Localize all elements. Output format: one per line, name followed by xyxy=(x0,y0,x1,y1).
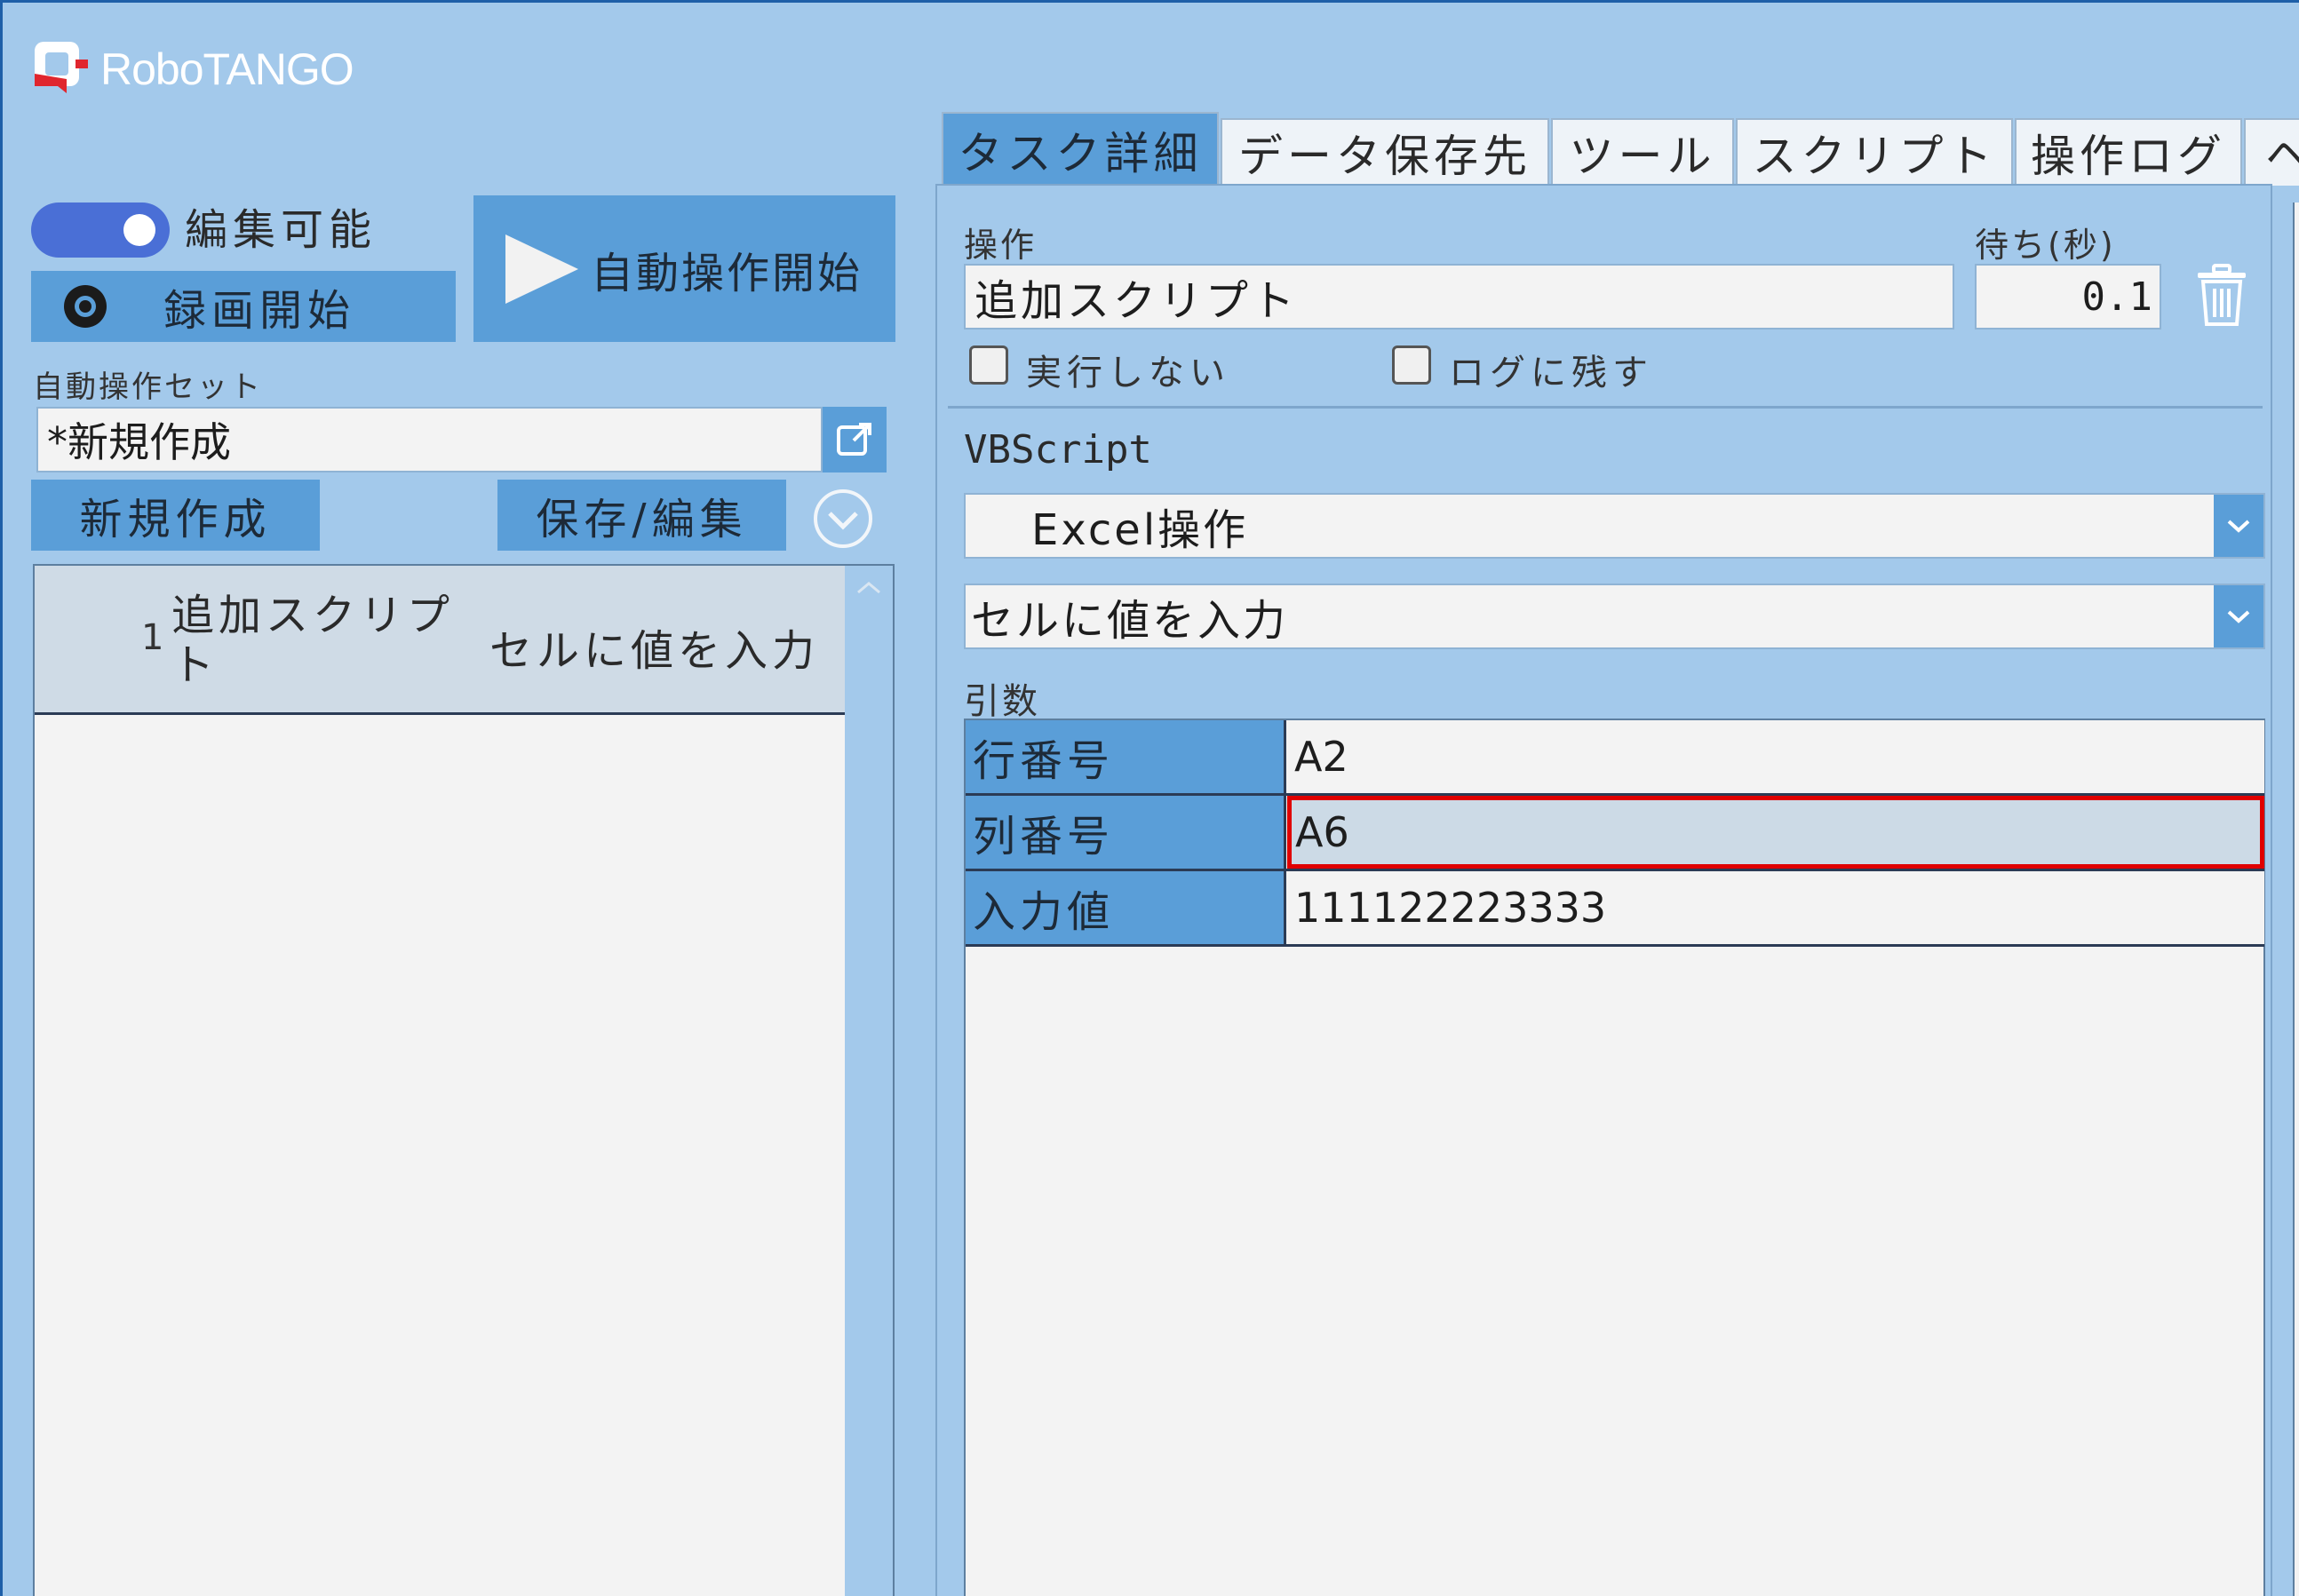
robotango-window: RoboTANGO 編集可能 録画開始 自動操作開始 自動操作セット *新規作成… xyxy=(0,0,2299,1596)
trash-icon[interactable] xyxy=(2194,264,2249,328)
command-select[interactable]: セルに値を入力 xyxy=(964,584,2265,649)
tab-task-detail[interactable]: タスク詳細 xyxy=(942,112,1219,186)
save-edit-button[interactable]: 保存/編集 xyxy=(497,480,786,551)
arg-name-row: 列番号 xyxy=(966,796,1285,869)
detail-divider xyxy=(948,406,2263,409)
list-row-action: セルに値を入力 xyxy=(489,626,820,676)
arg-value-input[interactable]: 111122223333 xyxy=(1287,871,2264,944)
keep-log-label: ログに残す xyxy=(1449,353,1653,393)
tab-data-destination[interactable]: データ保存先 xyxy=(1221,118,1549,186)
keep-log-checkbox[interactable] xyxy=(1392,345,1431,385)
category-select-arrow[interactable] xyxy=(2214,495,2263,557)
row-divider xyxy=(966,944,2264,947)
arg-name-row: 入力値 xyxy=(966,871,1285,944)
list-row-index: 1 xyxy=(141,617,164,658)
arg-value-input-selected[interactable]: A6 xyxy=(1287,796,2264,869)
operation-label: 操作 xyxy=(964,226,1038,265)
play-icon xyxy=(505,234,578,304)
edit-toggle-label: 編集可能 xyxy=(185,205,378,255)
open-external-button[interactable] xyxy=(823,407,887,472)
chevron-down-icon xyxy=(2227,520,2250,533)
record-start-label: 録画開始 xyxy=(163,286,356,336)
category-select-value: Excel操作 xyxy=(1031,505,1249,555)
scroll-up-icon[interactable] xyxy=(851,575,887,601)
no-exec-checkbox[interactable] xyxy=(969,345,1008,385)
auto-set-label: 自動操作セット xyxy=(33,369,263,405)
robotango-logo-icon xyxy=(35,42,88,93)
wait-seconds-input[interactable]: 0.1 xyxy=(1975,264,2161,330)
list-scrollbar[interactable] xyxy=(845,566,893,1596)
list-row-name-line1: 追加スクリプ xyxy=(171,591,455,640)
args-table: 行番号 A2 列番号 A6 入力値 111122223333 xyxy=(964,719,2265,1596)
task-detail-panel: 操作 待ち(秒) 追加スクリプト 0.1 実行しない ログに残す VBScrip… xyxy=(935,184,2272,1596)
list-row-name-line2: ト xyxy=(171,640,219,690)
chevron-down-icon xyxy=(2227,610,2250,623)
auto-start-label: 自動操作開始 xyxy=(591,248,863,298)
list-row-selected[interactable]: 1 追加スクリプ ト セルに値を入力 xyxy=(35,566,845,715)
operation-list: 1 追加スクリプ ト セルに値を入力 xyxy=(33,564,895,1596)
record-icon xyxy=(64,285,107,328)
tab-operation-log[interactable]: 操作ログ xyxy=(2015,118,2242,186)
external-link-icon xyxy=(837,423,871,456)
toggle-knob xyxy=(123,214,155,246)
command-select-value: セルに値を入力 xyxy=(971,596,1289,646)
chevron-down-circle-icon[interactable] xyxy=(811,487,875,551)
command-select-arrow[interactable] xyxy=(2214,585,2263,647)
new-set-button[interactable]: 新規作成 xyxy=(31,480,320,551)
logo: RoboTANGO xyxy=(31,38,404,100)
operation-name-input[interactable]: 追加スクリプト xyxy=(964,264,1954,330)
tab-help[interactable]: ヘ xyxy=(2244,118,2299,186)
record-start-button[interactable]: 録画開始 xyxy=(31,271,456,342)
category-select[interactable]: Excel操作 xyxy=(964,493,2265,559)
logo-text: RoboTANGO xyxy=(100,44,354,94)
edit-toggle[interactable] xyxy=(31,202,170,258)
side-panel-edge xyxy=(2293,202,2299,1596)
tab-script[interactable]: スクリプト xyxy=(1736,118,2013,186)
set-name-input[interactable]: *新規作成 xyxy=(36,407,823,472)
arg-name-row: 行番号 xyxy=(966,720,1285,793)
list-row-name: 追加スクリプ ト xyxy=(171,591,454,690)
tab-tools[interactable]: ツール xyxy=(1551,118,1734,186)
no-exec-label: 実行しない xyxy=(1026,353,1230,393)
vbscript-label: VBScript xyxy=(964,427,1152,472)
wait-label: 待ち(秒) xyxy=(1975,226,2116,265)
args-label: 引数 xyxy=(964,681,1040,722)
column-divider xyxy=(1284,720,1286,944)
auto-start-button[interactable]: 自動操作開始 xyxy=(473,195,895,342)
arg-value-input[interactable]: A2 xyxy=(1287,720,2264,793)
